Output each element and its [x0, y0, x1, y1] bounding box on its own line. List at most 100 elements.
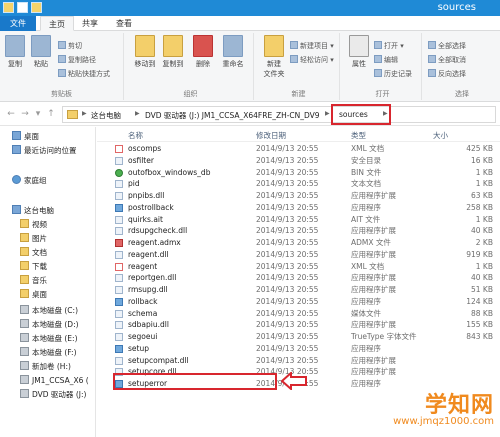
- sidebar-item[interactable]: DVD 驱动器 (J:): [20, 389, 86, 401]
- new-folder-button[interactable]: 新建 文件夹: [260, 35, 288, 79]
- folder-icon: [20, 233, 29, 242]
- new-folder-icon: [264, 35, 284, 57]
- table-row[interactable]: oscomps 2014/9/13 20:55 XML 文档 425 KB: [97, 143, 500, 155]
- back-arrow-icon[interactable]: ←: [6, 109, 16, 119]
- open-button[interactable]: 打开 ▾: [374, 41, 404, 51]
- chevron-right-icon[interactable]: ▶: [135, 110, 140, 117]
- file-date: 2014/9/13 20:55: [256, 343, 319, 353]
- sidebar-item[interactable]: 最近访问的位置: [12, 145, 77, 157]
- window-title: sources: [437, 2, 476, 13]
- edit-button[interactable]: 编辑: [374, 55, 398, 65]
- sidebar-item[interactable]: 本地磁盘 (E:): [20, 333, 78, 345]
- copy-button[interactable]: 复制: [2, 35, 28, 69]
- file-date: 2014/9/13 20:55: [256, 202, 319, 212]
- drive-icon: [20, 319, 29, 328]
- history-button[interactable]: 历史记录: [374, 69, 412, 79]
- table-row[interactable]: reagent.dll 2014/9/13 20:55 应用程序扩展 919 KB: [97, 249, 500, 261]
- cut-button[interactable]: 剪切: [58, 41, 82, 51]
- new-item-button[interactable]: 新建项目 ▾: [290, 41, 334, 51]
- table-row[interactable]: pid 2014/9/13 20:55 文本文档 1 KB: [97, 178, 500, 190]
- table-row[interactable]: sdbapiu.dll 2014/9/13 20:55 应用程序扩展 155 KB: [97, 319, 500, 331]
- chevron-right-icon[interactable]: ▶: [82, 110, 87, 117]
- file-date: 2014/9/13 20:55: [256, 249, 319, 259]
- application-icon: [115, 344, 123, 353]
- delete-button[interactable]: 删除: [190, 35, 216, 69]
- select-all-button[interactable]: 全部选择: [428, 41, 466, 51]
- table-row[interactable]: segoeui 2014/9/13 20:55 TrueType 字体文件 843 K…: [97, 331, 500, 343]
- table-row[interactable]: outofbox_windows_db 2014/9/13 20:55 BIN 文件…: [97, 167, 500, 179]
- quick-access-toolbar: ▾: [3, 2, 288, 384]
- sidebar-item[interactable]: JM1_CCSA_X6 (: [20, 375, 89, 387]
- column-type[interactable]: 类型: [351, 130, 366, 141]
- sidebar-item-label: 视频: [32, 220, 47, 229]
- breadcrumb-dvd-drive[interactable]: DVD 驱动器 (J:) JM1_CCSA_X64FRE_ZH-CN_DV9: [145, 110, 320, 121]
- folder-icon[interactable]: [3, 2, 14, 13]
- table-row[interactable]: rmsupg.dll 2014/9/13 20:55 应用程序扩展 51 KB: [97, 284, 500, 296]
- table-row[interactable]: rollback 2014/9/13 20:55 应用程序 124 KB: [97, 296, 500, 308]
- table-row[interactable]: schema 2014/9/13 20:55 媒体文件 88 KB: [97, 308, 500, 320]
- new-folder-icon[interactable]: [31, 2, 42, 13]
- table-row[interactable]: reagent 2014/9/13 20:55 XML 文档 1 KB: [97, 261, 500, 273]
- invert-selection-button[interactable]: 反向选择: [428, 69, 466, 79]
- sidebar-item[interactable]: 桌面: [20, 289, 47, 301]
- table-row[interactable]: reagent.admx 2014/9/13 20:55 ADMX 文件 2 KB: [97, 237, 500, 249]
- select-all-icon: [428, 41, 436, 49]
- move-to-button[interactable]: 移动到: [132, 35, 158, 69]
- sidebar-item[interactable]: 新加卷 (H:): [20, 361, 71, 373]
- sidebar-item[interactable]: 音乐: [20, 275, 47, 287]
- properties-icon[interactable]: [17, 2, 28, 13]
- file-size: 63 KB: [471, 191, 493, 200]
- tab-file[interactable]: 文件: [0, 16, 36, 31]
- sidebar-item[interactable]: 视频: [20, 219, 47, 231]
- copy-path-button[interactable]: 复制路径: [58, 55, 96, 65]
- tab-view[interactable]: 查看: [108, 16, 140, 31]
- sidebar-item[interactable]: 桌面: [12, 131, 39, 143]
- forward-arrow-icon[interactable]: →: [20, 109, 30, 119]
- xml-file-icon: [115, 262, 123, 271]
- up-arrow-icon[interactable]: ↑: [46, 109, 56, 119]
- table-row[interactable]: postrollback 2014/9/13 20:55 应用程序 258 KB: [97, 202, 500, 214]
- table-row[interactable]: rdsupgcheck.dll 2014/9/13 20:55 应用程序扩展 40 K…: [97, 225, 500, 237]
- breadcrumb[interactable]: ▶ 这台电脑 ▶ DVD 驱动器 (J:) JM1_CCSA_X64FRE_ZH…: [62, 106, 496, 123]
- table-row[interactable]: quirks.ait 2014/9/13 20:55 AIT 文件 1 KB: [97, 214, 500, 226]
- file-name: oscomps: [128, 144, 162, 153]
- sidebar-item[interactable]: 本地磁盘 (C:): [20, 305, 78, 317]
- file-icon: [115, 250, 123, 259]
- table-row[interactable]: setup 2014/9/13 20:55 应用程序: [97, 343, 500, 355]
- rename-icon: [223, 35, 243, 57]
- sidebar-item[interactable]: 这台电脑: [12, 205, 54, 217]
- file-name: reportgen.dll: [128, 273, 177, 283]
- tab-share[interactable]: 共享: [74, 16, 106, 31]
- table-row[interactable]: osfilter 2014/9/13 20:55 安全目录 16 KB: [97, 155, 500, 167]
- table-row[interactable]: setupcompat.dll 2014/9/13 20:55 应用程序扩展: [97, 355, 500, 367]
- column-name[interactable]: 名称: [128, 130, 143, 141]
- chevron-down-icon[interactable]: ▾: [33, 109, 43, 119]
- folder-icon: [20, 219, 29, 228]
- column-date[interactable]: 修改日期: [256, 130, 286, 141]
- sidebar-item[interactable]: 图片: [20, 233, 47, 245]
- easy-access-button[interactable]: 轻松访问 ▾: [290, 55, 334, 65]
- file-name: setup: [128, 343, 149, 353]
- rename-button[interactable]: 重命名: [220, 35, 246, 69]
- sidebar-item[interactable]: 本地磁盘 (F:): [20, 347, 77, 359]
- paste-shortcut-button[interactable]: 粘贴快捷方式: [58, 69, 110, 79]
- table-row[interactable]: pnpibs.dll 2014/9/13 20:55 应用程序扩展 63 KB: [97, 190, 500, 202]
- paste-button[interactable]: 粘贴: [28, 35, 54, 69]
- table-row[interactable]: reportgen.dll 2014/9/13 20:55 应用程序扩展 40 KB: [97, 272, 500, 284]
- column-size[interactable]: 大小: [433, 130, 448, 141]
- sidebar-item[interactable]: 家庭组: [12, 175, 47, 187]
- file-type: 应用程序扩展: [351, 226, 396, 236]
- chevron-right-icon[interactable]: ▶: [325, 110, 330, 117]
- sidebar-item[interactable]: 本地磁盘 (D:): [20, 319, 79, 331]
- file-size: 1 KB: [475, 167, 493, 177]
- breadcrumb-this-pc[interactable]: 这台电脑: [91, 110, 121, 121]
- title-bar: ▾ sources: [0, 0, 500, 384]
- properties-button[interactable]: 属性: [346, 35, 372, 69]
- select-none-button[interactable]: 全部取消: [428, 55, 466, 65]
- copy-to-button[interactable]: 复制到: [160, 35, 186, 69]
- file-type: 应用程序扩展: [351, 285, 396, 294]
- sidebar-item[interactable]: 下载: [20, 261, 47, 273]
- sidebar-item[interactable]: 文档: [20, 247, 47, 259]
- sidebar-item-label: 桌面: [32, 290, 47, 299]
- tab-home[interactable]: 主页: [40, 16, 74, 31]
